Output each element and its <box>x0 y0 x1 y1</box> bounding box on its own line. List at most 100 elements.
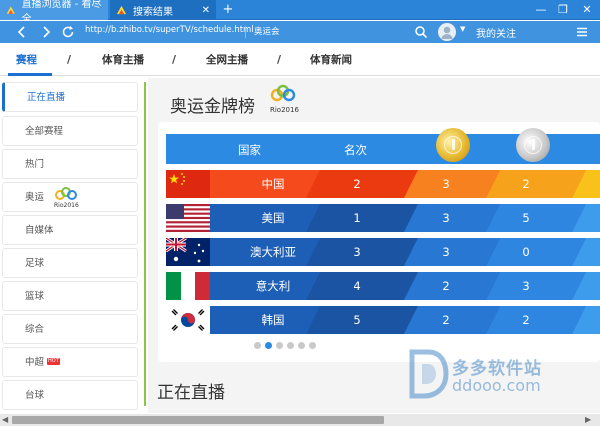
forward-icon[interactable] <box>38 24 54 40</box>
column-header-country: 国家 <box>238 143 261 157</box>
close-window-button[interactable]: ✕ <box>574 0 600 20</box>
table-row[interactable]: 美国 1 3 5 <box>166 204 600 232</box>
sidebar-item-olympics[interactable]: 奥运 Rio2016 <box>2 182 138 212</box>
korea-flag-icon <box>166 306 210 334</box>
address-separator <box>245 26 246 38</box>
search-tag[interactable]: 奥运会 <box>254 25 280 37</box>
sidebar-item-billiards[interactable]: 台球 <box>2 380 138 410</box>
sidebar-item-general[interactable]: 综合 <box>2 314 138 344</box>
country-name: 中国 <box>261 177 285 191</box>
rio-logo-text: Rio2016 <box>270 106 299 114</box>
carousel-indicator <box>254 342 320 349</box>
carousel-dot[interactable] <box>298 342 305 349</box>
navigation-bar: http://b.zhibo.tv/superTV/schedule.html … <box>0 21 600 43</box>
chevron-down-icon[interactable]: ▼ <box>460 25 465 33</box>
silver-count: 3 <box>522 279 530 293</box>
new-tab-button[interactable]: + <box>220 3 236 17</box>
rio2016-logo-icon: Rio2016 <box>54 187 79 209</box>
rank-value: 1 <box>353 211 361 225</box>
country-name: 意大利 <box>255 279 291 293</box>
sidebar: 正在直播 全部赛程 热门 奥运 Rio2016 自媒体 足球 篮球 综合 中超 … <box>0 82 140 412</box>
scroll-left-icon[interactable]: ◀ <box>2 415 8 424</box>
menu-icon[interactable] <box>575 25 589 39</box>
scroll-right-icon[interactable]: ▶ <box>585 415 591 424</box>
my-follow-link[interactable]: 我的关注 <box>476 25 516 40</box>
sidebar-item-basketball[interactable]: 篮球 <box>2 281 138 311</box>
address-bar[interactable]: http://b.zhibo.tv/superTV/schedule.html <box>85 25 254 35</box>
sidebar-item-csl[interactable]: 中超 HOT <box>2 347 138 377</box>
sidebar-item-football[interactable]: 足球 <box>2 248 138 278</box>
rank-value: 3 <box>353 245 361 259</box>
silver-count: 2 <box>522 313 530 327</box>
sidebar-item-label: 自媒体 <box>25 225 54 236</box>
carousel-dot-active[interactable] <box>265 342 272 349</box>
carousel-dot[interactable] <box>276 342 283 349</box>
table-row[interactable]: 意大利 4 2 3 <box>166 272 600 300</box>
tab-label: 搜索结果 <box>133 6 173 18</box>
maximize-button[interactable]: ❐ <box>552 0 574 20</box>
site-tab-sports-news[interactable]: 体育新闻 <box>310 52 352 67</box>
sidebar-item-we-media[interactable]: 自媒体 <box>2 215 138 245</box>
sidebar-item-all-schedule[interactable]: 全部赛程 <box>2 116 138 146</box>
scrollbar-thumb[interactable] <box>12 416 384 424</box>
table-row[interactable]: 韩国 5 2 2 <box>166 306 600 334</box>
column-header-rank: 名次 <box>344 143 367 157</box>
refresh-icon[interactable] <box>60 24 76 40</box>
site-tab-sports-hosts[interactable]: 体育主播 <box>102 52 144 67</box>
sidebar-item-hot[interactable]: 热门 <box>2 149 138 179</box>
active-tab-indicator <box>8 73 52 76</box>
country-name: 韩国 <box>261 313 285 327</box>
watermark-logo-icon <box>409 349 449 399</box>
sidebar-item-live[interactable]: 正在直播 <box>2 82 138 112</box>
carousel-dot[interactable] <box>287 342 294 349</box>
silver-medal-icon <box>516 128 550 162</box>
carousel-dot[interactable] <box>254 342 261 349</box>
close-tab-icon[interactable]: ✕ <box>202 5 210 16</box>
table-row[interactable]: 中国 2 3 2 <box>166 170 600 198</box>
sidebar-item-label: 足球 <box>25 258 45 269</box>
sidebar-item-label: 全部赛程 <box>25 126 64 137</box>
browser-logo-icon <box>6 6 15 14</box>
carousel-dot[interactable] <box>309 342 316 349</box>
silver-count: 2 <box>522 177 530 191</box>
minimize-button[interactable]: — <box>530 0 552 20</box>
tab-live-browser[interactable]: 直播浏览器 - 看尽全... <box>0 0 108 25</box>
italy-flag-icon <box>166 272 210 300</box>
search-icon[interactable] <box>414 25 428 39</box>
page-title: 奥运金牌榜 <box>170 97 255 117</box>
site-nav: 赛程 / 体育主播 / 全网主播 / 体育新闻 <box>0 44 600 76</box>
country-name: 澳大利亚 <box>250 245 296 259</box>
gold-count: 2 <box>442 313 450 327</box>
sidebar-item-label: 综合 <box>25 324 45 335</box>
china-flag-icon <box>166 170 210 198</box>
usa-flag-icon <box>166 204 210 232</box>
nav-separator: / <box>67 53 72 66</box>
country-name: 美国 <box>261 211 285 225</box>
section-title-live: 正在直播 <box>157 383 225 403</box>
table-header: 国家 名次 <box>166 128 600 164</box>
gold-count: 3 <box>442 177 450 191</box>
nav-separator: / <box>172 53 177 66</box>
user-icon <box>441 26 453 39</box>
rank-value: 5 <box>353 313 361 327</box>
australia-flag-icon <box>166 238 210 266</box>
nav-separator: / <box>277 53 282 66</box>
title-bar: 直播浏览器 - 看尽全... 搜索结果 ✕ + — ❐ ✕ <box>0 0 600 25</box>
rank-value: 4 <box>353 279 361 293</box>
sidebar-item-label: 奥运 <box>25 192 45 203</box>
site-tab-schedule[interactable]: 赛程 <box>16 52 37 67</box>
user-avatar[interactable] <box>438 23 456 41</box>
rio-logo-text: Rio2016 <box>54 202 79 209</box>
horizontal-scrollbar[interactable]: ◀ ▶ <box>0 414 600 426</box>
site-watermark: 多多软件站 ddooo.com <box>406 348 592 404</box>
table-row[interactable]: 澳大利亚 3 3 0 <box>166 238 600 266</box>
silver-count: 5 <box>522 211 530 225</box>
back-icon[interactable] <box>14 24 30 40</box>
gold-medal-icon <box>436 128 470 162</box>
sidebar-item-label: 热门 <box>25 159 45 170</box>
rio2016-logo-icon: Rio2016 <box>270 84 299 114</box>
silver-count: 0 <box>522 245 530 259</box>
sidebar-divider <box>144 82 146 406</box>
site-tab-all-hosts[interactable]: 全网主播 <box>206 52 248 67</box>
tab-search-results[interactable]: 搜索结果 ✕ <box>110 0 216 20</box>
